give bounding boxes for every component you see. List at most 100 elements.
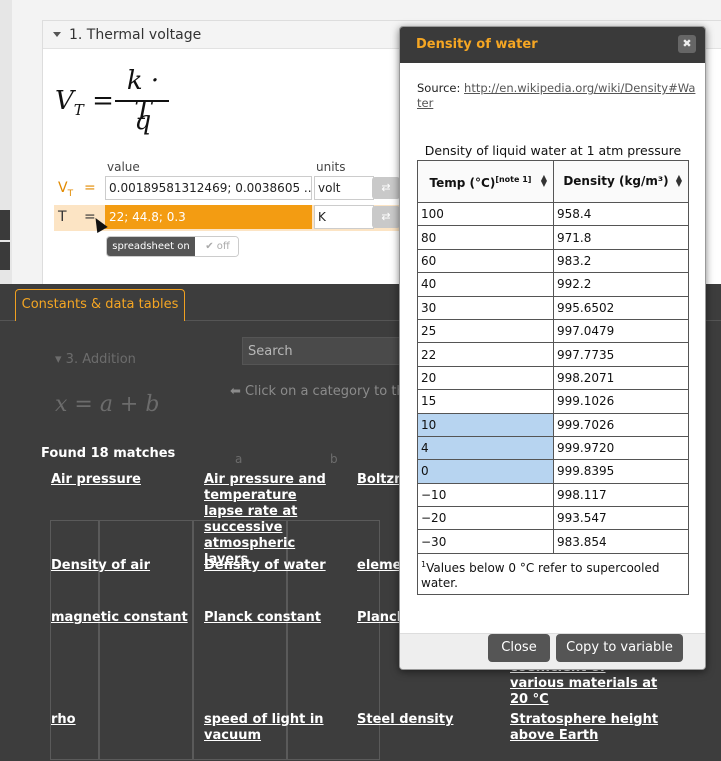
variable-row-vt: VT = 0.00189581312469; 0.0038605 ... vol… <box>54 176 424 202</box>
equation-lhs: VT = <box>55 86 114 120</box>
variable-name: VT <box>58 180 74 199</box>
table-row[interactable]: 60 983.2 <box>417 248 689 274</box>
match-count: Found 18 matches <box>41 446 176 461</box>
temp-cell[interactable]: 25 <box>417 318 554 344</box>
density-cell[interactable]: 998.117 <box>553 482 689 508</box>
table-row[interactable]: −20 993.547 <box>417 506 689 531</box>
temp-cell[interactable]: −20 <box>417 506 554 531</box>
link-boltzmann[interactable]: Boltzm <box>357 472 399 488</box>
density-cell[interactable]: 983.2 <box>553 248 689 274</box>
table-row[interactable]: 25 997.0479 <box>417 318 689 344</box>
spreadsheet-off-label: ✔ off <box>195 237 238 256</box>
convert-arrows-icon[interactable]: ⇄ <box>372 177 400 199</box>
source-label: Source: <box>417 81 461 95</box>
link-speed-of-light[interactable]: speed of light in vacuum <box>204 712 349 744</box>
convert-arrows-icon[interactable]: ⇄ <box>372 206 400 228</box>
variable-name: T <box>58 209 67 225</box>
temp-cell[interactable]: 20 <box>417 365 554 391</box>
table-row[interactable]: 0 999.8395 <box>417 459 689 484</box>
temp-cell[interactable]: −30 <box>417 529 554 554</box>
spreadsheet-toggle[interactable]: spreadsheet on ✔ off <box>106 236 239 257</box>
column-header-value: value <box>107 160 140 174</box>
category-hint: ⬅ Click on a category to the <box>230 384 413 399</box>
density-cell[interactable]: 993.547 <box>553 506 689 531</box>
ghost-section-title: ▾ 3. Addition <box>55 352 136 367</box>
dialog-title: Density of water <box>400 27 705 63</box>
density-cell[interactable]: 997.7735 <box>553 342 689 367</box>
close-button[interactable]: Close <box>488 634 550 662</box>
copy-to-variable-button[interactable]: Copy to variable <box>556 634 683 662</box>
density-cell[interactable]: 999.1026 <box>553 389 689 414</box>
density-cell[interactable]: 958.4 <box>553 201 689 227</box>
table-row[interactable]: −10 998.117 <box>417 482 689 508</box>
sort-icon: ▲ ▼ <box>540 173 547 188</box>
link-steel-density[interactable]: Steel density <box>357 712 502 728</box>
table-row[interactable]: 100 958.4 <box>417 201 689 227</box>
temp-cell[interactable]: 4 <box>417 435 554 461</box>
table-row[interactable]: 30 995.6502 <box>417 295 689 320</box>
density-cell[interactable]: 999.9720 <box>553 435 689 461</box>
density-cell[interactable]: 997.0479 <box>553 318 689 344</box>
temp-cell[interactable]: −10 <box>417 482 554 508</box>
sort-icon: ▲ ▼ <box>675 173 682 188</box>
fraction-bar <box>115 100 169 102</box>
table-row[interactable]: 15 999.1026 <box>417 389 689 414</box>
temp-cell[interactable]: 30 <box>417 295 554 320</box>
footnote: 1Values below 0 °C refer to supercooled … <box>417 552 689 595</box>
temp-cell[interactable]: 40 <box>417 272 554 297</box>
density-cell[interactable]: 971.8 <box>553 225 689 250</box>
value-field[interactable]: 22; 44.8; 0.3 <box>105 205 312 229</box>
density-of-water-dialog: Density of water ✖ Source: http://en.wik… <box>399 26 706 670</box>
density-cell[interactable]: 995.6502 <box>553 295 689 320</box>
collapse-triangle-icon[interactable] <box>53 32 61 37</box>
link-density-of-water[interactable]: Density of water <box>204 558 349 574</box>
close-icon[interactable]: ✖ <box>678 35 696 53</box>
equals-sign: = <box>84 180 96 196</box>
density-cell[interactable]: 992.2 <box>553 272 689 297</box>
temp-cell[interactable]: 0 <box>417 459 554 484</box>
ghost-col-b: b <box>330 452 338 466</box>
ghost-col-a: a <box>235 452 243 466</box>
temp-cell[interactable]: 22 <box>417 342 554 367</box>
table-row[interactable]: 4 999.9720 <box>417 435 689 461</box>
tab-constants-data-tables[interactable]: Constants & data tables <box>15 289 185 321</box>
left-tab[interactable] <box>0 242 10 270</box>
equation-denominator: q <box>134 106 152 136</box>
link-planck-constant[interactable]: Planck constant <box>204 610 349 626</box>
table-row[interactable]: 10 999.7026 <box>417 412 689 437</box>
source-line: Source: http://en.wikipedia.org/wiki/Den… <box>417 81 697 111</box>
link-density-of-air[interactable]: Density of air <box>51 558 196 574</box>
table-row[interactable]: 22 997.7735 <box>417 342 689 367</box>
link-rho[interactable]: rho <box>51 712 196 728</box>
table-row[interactable]: 20 998.2071 <box>417 365 689 391</box>
density-cell[interactable]: 983.854 <box>553 529 689 554</box>
density-cell[interactable]: 999.8395 <box>553 459 689 484</box>
link-elementary[interactable]: elemen <box>357 558 399 574</box>
value-field[interactable]: 0.00189581312469; 0.0038605 ... <box>105 176 312 200</box>
table-row[interactable]: 80 971.8 <box>417 225 689 250</box>
table-row[interactable]: 40 992.2 <box>417 272 689 297</box>
link-planck-other[interactable]: Planck <box>357 610 399 626</box>
temp-cell[interactable]: 100 <box>417 201 554 227</box>
temp-cell[interactable]: 10 <box>417 412 554 437</box>
density-cell[interactable]: 999.7026 <box>553 412 689 437</box>
temp-cell[interactable]: 60 <box>417 248 554 274</box>
column-header-temp[interactable]: Temp (°C)[note 1] ▲ ▼ <box>417 160 554 203</box>
section-title: 1. Thermal voltage <box>69 27 202 43</box>
dialog-footer: Close Copy to variable <box>400 633 705 669</box>
search-input[interactable]: Search <box>242 337 402 365</box>
table-row[interactable]: −30 983.854 <box>417 529 689 554</box>
density-cell[interactable]: 998.2071 <box>553 365 689 391</box>
temp-cell[interactable]: 15 <box>417 389 554 414</box>
unit-field[interactable]: K <box>314 205 374 229</box>
link-air-pressure-lapse-rate[interactable]: Air pressure and temperature lapse rate … <box>204 472 334 568</box>
spreadsheet-on-label: spreadsheet on <box>107 237 195 256</box>
link-stratosphere-height[interactable]: Stratosphere height above Earth <box>510 712 660 744</box>
temp-cell[interactable]: 80 <box>417 225 554 250</box>
link-magnetic-constant[interactable]: magnetic constant <box>51 610 196 626</box>
column-header-density[interactable]: Density (kg/m³) ▲ ▼ <box>553 160 689 203</box>
left-tab[interactable] <box>0 210 10 240</box>
unit-field[interactable]: volt <box>314 176 374 200</box>
density-table: Temp (°C)[note 1] ▲ ▼ Density (kg/m³) ▲ ▼ 10… <box>417 160 689 595</box>
link-air-pressure[interactable]: Air pressure <box>51 472 196 488</box>
